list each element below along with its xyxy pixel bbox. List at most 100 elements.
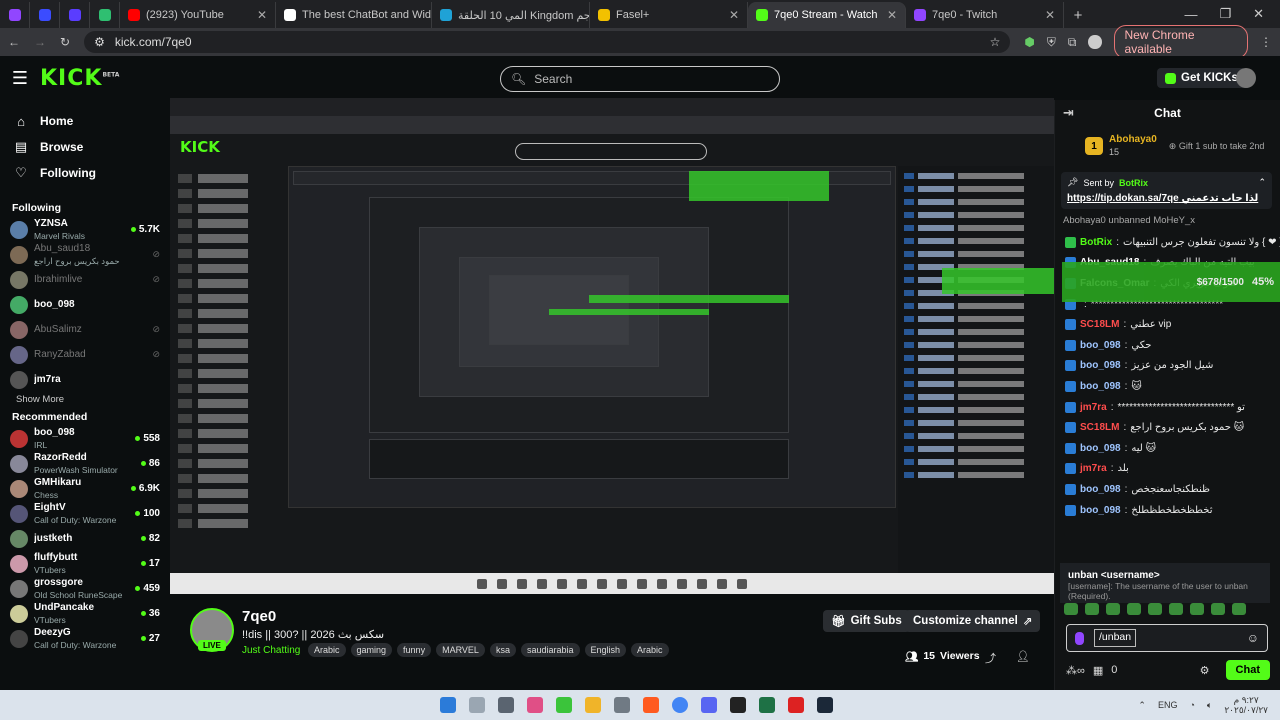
brave-icon[interactable]	[643, 697, 659, 713]
tag[interactable]: funny	[397, 643, 432, 657]
wallet-icon[interactable]: ▦	[1093, 664, 1103, 677]
chat-input-text[interactable]: /unban	[1094, 629, 1137, 647]
chat-input[interactable]: /unban ☺	[1066, 624, 1268, 652]
maximize-icon[interactable]: ❐	[1219, 6, 1231, 22]
chat-username[interactable]: jm7ra	[1080, 463, 1107, 474]
chrome-icon[interactable]	[672, 697, 688, 713]
nav-following[interactable]: ♡ Following	[10, 160, 160, 186]
recommended-channel[interactable]: GMHikaru Chess 6.9K	[10, 476, 160, 501]
search-input[interactable]: 🔍︎ Search	[500, 66, 780, 92]
recommended-channel[interactable]: boo_098 IRL 558	[10, 426, 160, 451]
app-icon[interactable]	[614, 697, 630, 713]
video-player[interactable]: KICK	[170, 98, 1054, 594]
follow-user-icon[interactable]: 👤︎	[1016, 650, 1030, 663]
chat-username[interactable]: jm7ra	[1080, 402, 1107, 413]
bookmark-star-icon[interactable]: ☆	[990, 35, 1001, 49]
nav-home[interactable]: ⌂ Home	[10, 108, 160, 134]
recommended-channel[interactable]: UndPancake VTubers 36	[10, 601, 160, 626]
emote-icon[interactable]	[1148, 603, 1162, 615]
browser-tab-youtube[interactable]: (2923) YouTube ✕	[120, 2, 276, 28]
recommended-channel[interactable]: justketh 82	[10, 526, 160, 551]
nav-browse[interactable]: ▤ Browse	[10, 134, 160, 160]
following-channel[interactable]: AbuSalimz ⊘	[10, 317, 160, 342]
close-tab-icon[interactable]: ✕	[257, 8, 267, 22]
unpin-icon[interactable]: ⌃	[1258, 177, 1266, 188]
get-kicks-button[interactable]: Get KICKs	[1157, 68, 1246, 88]
chat-username[interactable]: boo_098	[1080, 484, 1121, 495]
chat-username[interactable]: boo_098	[1080, 443, 1121, 454]
following-channel[interactable]: RanyZabad ⊘	[10, 342, 160, 367]
tag[interactable]: MARVEL	[436, 643, 485, 657]
app-icon[interactable]	[788, 697, 804, 713]
tag[interactable]: gaming	[350, 643, 393, 657]
stream-category[interactable]: Just Chatting	[242, 645, 300, 656]
share-icon[interactable]: ⤴	[985, 650, 996, 666]
following-channel[interactable]: jm7ra	[10, 367, 160, 392]
forward-icon[interactable]: →	[34, 35, 46, 49]
following-channel[interactable]: Abu_saud18 حمود بكريس بروح اراجع ⊘	[10, 242, 160, 267]
gift-subs-button[interactable]: 🎁︎ Gift Subs	[823, 610, 910, 632]
chat-username[interactable]: SC18LM	[1080, 319, 1119, 330]
tag[interactable]: saudiarabia	[520, 643, 580, 657]
close-tab-icon[interactable]: ✕	[1045, 8, 1055, 22]
browser-tab-pinned-2[interactable]	[30, 2, 60, 28]
emote-icon[interactable]	[1190, 603, 1204, 615]
puzzle-icon[interactable]: ⧉	[1068, 35, 1077, 50]
send-chat-button[interactable]: Chat	[1225, 660, 1270, 680]
minimize-icon[interactable]: —	[1184, 7, 1197, 22]
menu-dots-icon[interactable]: ⋮	[1260, 35, 1272, 49]
kick-logo[interactable]: KICKBETA	[40, 66, 119, 91]
browser-tab-pinned-3[interactable]	[60, 2, 90, 28]
windows-start-icon[interactable]	[440, 697, 456, 713]
address-bar[interactable]: ⚙ kick.com/7qe0 ☆	[84, 31, 1011, 53]
recommended-channel[interactable]: DeezyG Call of Duty: Warzone 27	[10, 626, 160, 651]
menu-icon[interactable]: ☰	[0, 68, 40, 89]
new-chrome-button[interactable]: New Chrome available	[1113, 25, 1248, 59]
chat-username[interactable]: boo_098	[1080, 360, 1121, 371]
recommended-channel[interactable]: fluffybutt VTubers 17	[10, 551, 160, 576]
recommended-channel[interactable]: EightV Call of Duty: Warzone 100	[10, 501, 160, 526]
browser-tab-pinned-1[interactable]	[0, 2, 30, 28]
command-suggestion[interactable]: unban <username> [username]: The usernam…	[1060, 563, 1270, 603]
steam-icon[interactable]	[817, 697, 833, 713]
wifi-icon[interactable]: ◔	[1189, 700, 1194, 710]
emoji-icon[interactable]: ☺	[1247, 631, 1259, 645]
emote-icon[interactable]	[1211, 603, 1225, 615]
lang-indicator[interactable]: ENG	[1158, 700, 1178, 710]
terminal-icon[interactable]	[759, 697, 775, 713]
tray-chevron-icon[interactable]: ⌃	[1138, 700, 1146, 711]
tag[interactable]: Arabic	[308, 643, 346, 657]
tag[interactable]: ksa	[489, 643, 516, 657]
browser-tab-kick-active[interactable]: 7qe0 Stream - Watch Live on Kick✕	[748, 2, 906, 28]
chat-username[interactable]: SC18LM	[1080, 422, 1119, 433]
settings-icon[interactable]	[498, 697, 514, 713]
discord-icon[interactable]	[701, 697, 717, 713]
close-window-icon[interactable]: ✕	[1253, 6, 1264, 22]
site-info-icon[interactable]: ⚙	[94, 35, 105, 49]
emote-icon[interactable]	[1127, 603, 1141, 615]
emote-icon[interactable]	[1232, 603, 1246, 615]
close-tab-icon[interactable]: ✕	[729, 8, 739, 22]
chat-username[interactable]: boo_098	[1080, 505, 1121, 516]
chat-username[interactable]: boo_098	[1080, 340, 1121, 351]
profile-avatar[interactable]	[1088, 35, 1102, 49]
following-channel[interactable]: Ibrahimlive ⊘	[10, 267, 160, 292]
search-icon[interactable]	[469, 697, 485, 713]
emote-icon[interactable]	[1169, 603, 1183, 615]
app-icon[interactable]	[527, 697, 543, 713]
shield-icon[interactable]: ⛨	[1047, 35, 1056, 50]
collapse-chat-icon[interactable]: ⇥	[1063, 105, 1074, 121]
browser-tab-chatbot[interactable]: The best ChatBot and Widgets✕	[276, 2, 432, 28]
extension-icon[interactable]: ⬢	[1024, 35, 1034, 49]
app-icon[interactable]	[556, 697, 572, 713]
chat-username[interactable]: BotRix	[1080, 237, 1112, 248]
following-channel[interactable]: boo_098	[10, 292, 160, 317]
following-channel[interactable]: YZNSA Marvel Rivals 5.7K	[10, 217, 160, 242]
emote-icon[interactable]	[1085, 603, 1099, 615]
settings-gear-icon[interactable]: ⚙	[1200, 664, 1210, 677]
recommended-channel[interactable]: RazorRedd PowerWash Simulator 86	[10, 451, 160, 476]
tag[interactable]: Arabic	[631, 643, 669, 657]
microphone-icon[interactable]	[1075, 631, 1084, 645]
browser-tab-pinned-4[interactable]	[90, 2, 120, 28]
show-more-link[interactable]: Show More	[16, 394, 160, 405]
